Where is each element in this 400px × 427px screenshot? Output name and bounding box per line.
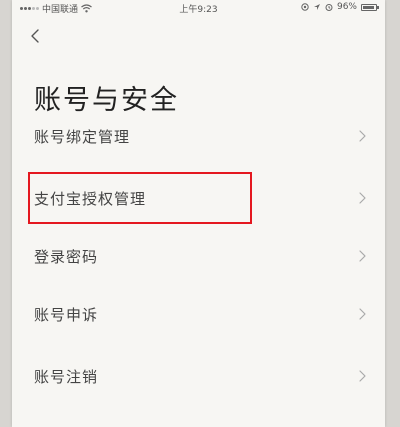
status-bar: 中国联通 上午9:23 96% [12,0,385,16]
menu-item-label: 账号申诉 [34,306,99,324]
menu-item-label: 登录密码 [34,248,99,266]
menu-item-label: 账号绑定管理 [34,128,131,146]
menu-item-account-appeal[interactable]: 账号申诉 [12,288,385,340]
menu-item-account-binding[interactable]: 账号绑定管理 [12,110,385,162]
chevron-right-icon [359,308,366,320]
chevron-left-icon [31,29,39,43]
status-right: 96% [301,2,379,12]
alarm-icon [325,4,333,11]
menu-item-account-cancellation[interactable]: 账号注销 [12,350,385,402]
battery-percent: 96% [336,2,357,12]
menu-item-label: 账号注销 [34,368,99,386]
chevron-right-icon [359,250,366,262]
menu-item-label: 支付宝授权管理 [34,190,147,208]
location-icon [301,3,309,11]
battery-icon [361,3,379,11]
menu-item-alipay-authorization[interactable]: 支付宝授权管理 [12,172,385,224]
back-button[interactable] [26,26,46,46]
menu-item-login-password[interactable]: 登录密码 [12,230,385,282]
phone-screen: 中国联通 上午9:23 96% 账号与安全 账号绑定管理 支付宝授权管理 登录密… [12,0,385,427]
chevron-right-icon [359,192,366,204]
navigation-icon [313,4,320,10]
chevron-right-icon [359,130,366,142]
chevron-right-icon [359,370,366,382]
